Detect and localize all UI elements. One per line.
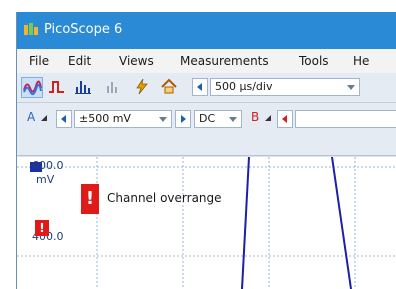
small-overrange-icon: ! <box>35 220 49 236</box>
window-title: PicoScope 6 <box>44 22 123 37</box>
arrow-left-icon <box>282 115 287 123</box>
home-icon <box>161 78 177 94</box>
y-axis-unit: mV <box>36 173 55 186</box>
spectrum-gray-icon <box>107 82 117 93</box>
range-decrease-button[interactable] <box>56 110 72 128</box>
picoscope-logo-icon <box>24 23 38 35</box>
menu-views[interactable]: Views <box>119 54 154 68</box>
persistence-mode-button[interactable] <box>47 77 69 98</box>
channel-b-button[interactable]: B <box>251 110 277 128</box>
chevron-down-icon <box>229 117 237 122</box>
channel-b-range-select[interactable] <box>295 110 396 128</box>
scope-mode-button[interactable] <box>21 77 43 98</box>
timebase-decrease-button[interactable] <box>192 78 208 96</box>
coupling-select[interactable]: DC <box>194 110 242 128</box>
probe-button[interactable] <box>132 77 154 98</box>
scope-wave-icon <box>23 80 42 95</box>
main-toolbar: 500 µs/div <box>17 73 396 103</box>
range-select[interactable]: ±500 mV <box>74 110 172 128</box>
range-value: ±500 mV <box>79 112 131 125</box>
square-wave-icon <box>49 81 64 93</box>
channel-a-button[interactable]: A <box>27 110 53 128</box>
channel-a-label: A <box>27 110 36 124</box>
menu-help[interactable]: He <box>353 54 369 68</box>
spectrum-disabled-button[interactable] <box>103 77 125 98</box>
timebase-value: 500 µs/div <box>215 80 273 93</box>
channel-a-dropdown-icon <box>40 115 47 121</box>
home-button[interactable] <box>159 77 181 98</box>
grid <box>17 157 396 289</box>
scope-display: 600.0 mV 400.0 <box>17 156 396 289</box>
menu-file[interactable]: File <box>29 54 49 68</box>
arrow-right-icon <box>181 115 186 123</box>
picoscope-window: PicoScope 6 File Edit Views Measurements… <box>16 12 396 289</box>
menu-tools[interactable]: Tools <box>299 54 329 68</box>
spectrum-icon <box>75 81 91 94</box>
channel-b-dropdown-icon <box>264 115 271 121</box>
overrange-warning-text: Channel overrange <box>107 191 222 205</box>
menu-bar: File Edit Views Measurements Tools He <box>17 49 396 74</box>
coupling-value: DC <box>199 112 216 125</box>
channel-a-trace <box>241 156 250 289</box>
arrow-left-icon <box>61 115 66 123</box>
range-increase-button[interactable] <box>175 110 191 128</box>
spectrum-mode-button[interactable] <box>73 77 95 98</box>
timebase-select[interactable]: 500 µs/div <box>210 78 360 96</box>
lightning-icon <box>136 78 148 95</box>
scope-graph <box>17 156 396 289</box>
chevron-down-icon <box>159 117 167 122</box>
chevron-down-icon <box>347 85 355 90</box>
channel-a-trace-right <box>331 156 352 289</box>
menu-edit[interactable]: Edit <box>68 54 91 68</box>
title-bar: PicoScope 6 <box>17 12 396 49</box>
channel-b-range-decrease-button[interactable] <box>277 110 293 128</box>
overrange-warning-icon: ! <box>81 184 99 214</box>
channel-b-label: B <box>251 110 260 124</box>
arrow-left-icon <box>197 83 202 91</box>
y-tick-600: 600.0 <box>32 159 64 172</box>
channel-toolbar: A ±500 mV DC B <box>17 103 396 156</box>
menu-measurements[interactable]: Measurements <box>180 54 269 68</box>
